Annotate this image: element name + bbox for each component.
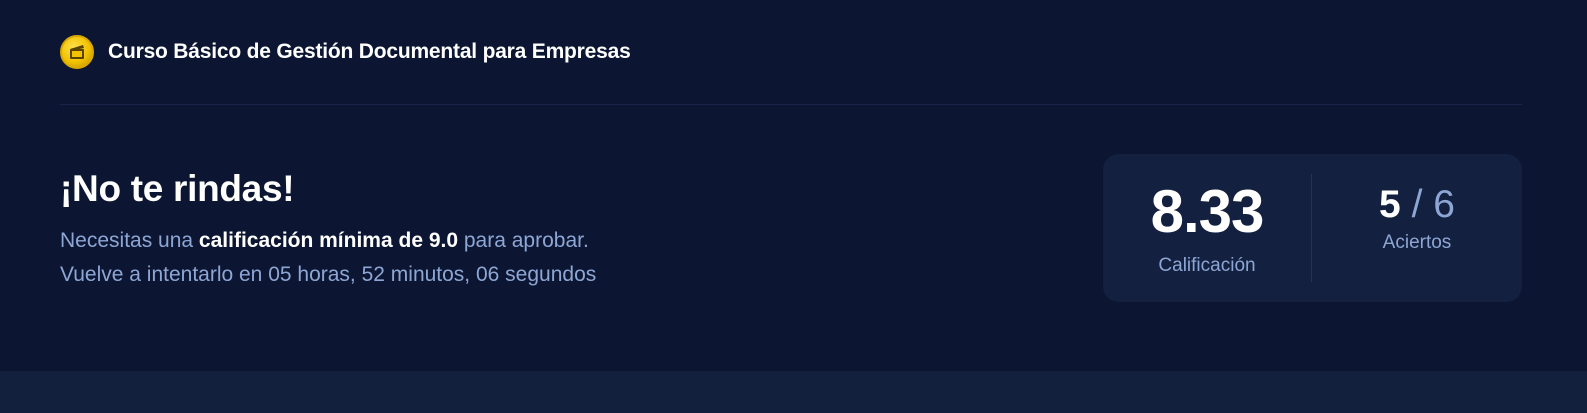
result-message: ¡No te rindas! Necesitas una calificació… <box>60 168 596 292</box>
film-clapper-icon <box>60 35 94 69</box>
score-label: Calificación <box>1158 255 1256 276</box>
hits-count: 5 / 6 <box>1379 182 1455 228</box>
bottom-band <box>0 371 1587 413</box>
header-divider <box>60 104 1522 105</box>
score-block: 8.33 Calificación <box>1103 179 1311 277</box>
requirement-prefix: Necesitas una <box>60 229 199 252</box>
hits-separator: / <box>1411 183 1423 226</box>
requirement-bold: calificación mínima de 9.0 <box>198 229 459 252</box>
score-value: 8.33 <box>1150 178 1265 245</box>
hits-block: 5 / 6 Aciertos <box>1312 182 1522 254</box>
course-title: Curso Básico de Gestión Documental para … <box>108 40 631 63</box>
results-page: Curso Básico de Gestión Documental para … <box>0 0 1587 413</box>
requirement-text: Necesitas una calificación mínima de 9.0… <box>60 224 596 258</box>
course-header: Curso Básico de Gestión Documental para … <box>60 35 631 69</box>
result-heading: ¡No te rindas! <box>60 168 295 209</box>
requirement-suffix: para aprobar. <box>458 229 589 252</box>
hits-total: 6 <box>1433 183 1455 226</box>
hits-label: Aciertos <box>1382 232 1452 253</box>
retry-countdown: Vuelve a intentarlo en 05 horas, 52 minu… <box>60 263 597 286</box>
hits-correct: 5 <box>1379 183 1401 226</box>
score-card: 8.33 Calificación 5 / 6 Aciertos <box>1103 154 1522 302</box>
